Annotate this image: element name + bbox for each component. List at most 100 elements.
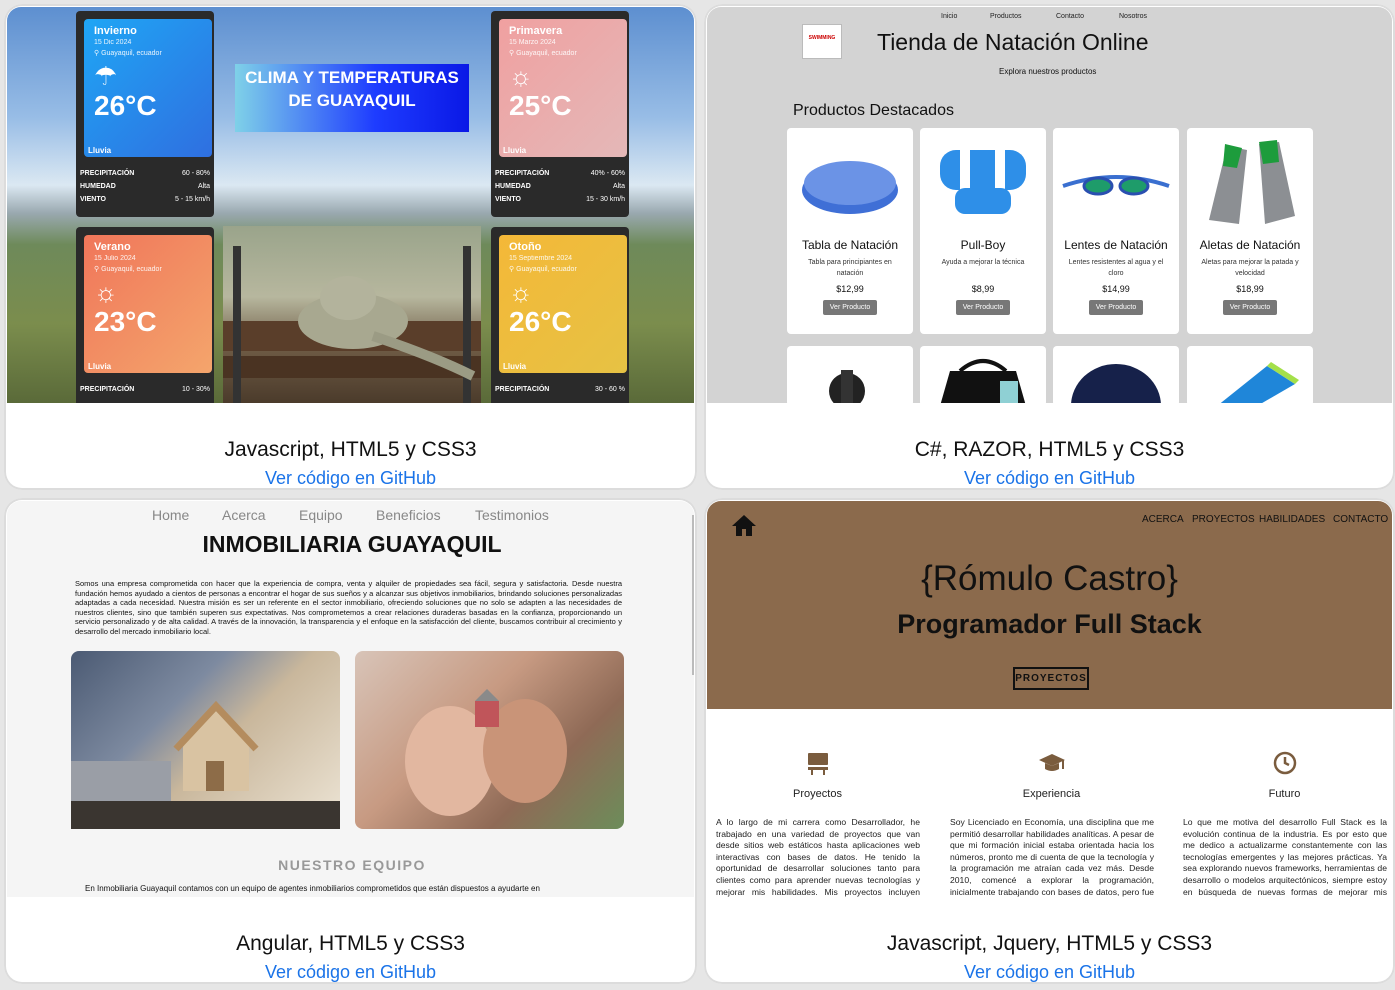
- graduation-cap-icon: [1038, 754, 1065, 771]
- nav-beneficios[interactable]: Beneficios: [376, 507, 441, 523]
- product-name: Aletas de Natación: [1199, 238, 1301, 252]
- weather-details: PRECIPITACIÓN 40% - 60% HUMEDAD Alta VIENT…: [491, 167, 629, 206]
- location-text: Guayaquil, ecuador: [516, 50, 577, 57]
- team-text: En Inmobiliaria Guayaquil contamos con u…: [85, 884, 540, 893]
- detail-row: PRECIPITACIÓN 40% - 60%: [491, 167, 629, 180]
- product-price: $12,99: [836, 284, 864, 294]
- portfolio-role: Programador Full Stack: [897, 609, 1202, 639]
- nav-acerca[interactable]: ACERCA: [1142, 514, 1184, 525]
- detail-value: Alta: [197, 183, 210, 190]
- github-link[interactable]: Ver código en GitHub: [4, 962, 697, 983]
- product-card-partial[interactable]: [920, 346, 1046, 403]
- detail-row: HUMEDAD Alta: [76, 180, 214, 193]
- season-label: Invierno: [94, 25, 137, 37]
- temperature: 23°C: [94, 306, 157, 337]
- product-price: $8,99: [971, 284, 995, 294]
- detail-value: 30 - 60 %: [595, 386, 625, 393]
- product-card[interactable]: Aletas de Natación Aletas para mejorar l…: [1187, 128, 1313, 334]
- nav-acerca[interactable]: Acerca: [222, 507, 266, 523]
- bag-illustration: [940, 359, 1026, 403]
- nav-testimonios[interactable]: Testimonios: [475, 507, 549, 523]
- column-text: A lo largo de mi carrera como Desarrolla…: [716, 817, 920, 897]
- weather-card-otono: Otoño 15 Septiembre 2024 ⚲ Guayaquil, ec…: [491, 227, 629, 403]
- detail-label: VIENTO: [495, 196, 521, 203]
- portfolio-column-experiencia: Experiencia: [950, 749, 1153, 800]
- nav-equipo[interactable]: Equipo: [299, 507, 343, 523]
- view-product-button[interactable]: Ver Producto: [1088, 300, 1144, 315]
- nav-habilidades[interactable]: HABILIDADES: [1259, 514, 1325, 525]
- portfolio-preview[interactable]: ACERCA PROYECTOS HABILIDADES CONTACTO {R…: [707, 501, 1392, 897]
- house-model-image: [71, 651, 340, 829]
- weather-details: PRECIPITACIÓN 30 - 60 %: [491, 383, 629, 396]
- detail-label: PRECIPITACIÓN: [80, 386, 135, 393]
- detail-value: Alta: [612, 183, 625, 190]
- weather-card-top: Primavera 15 Marzo 2024 ⚲ Guayaquil, ecu…: [499, 19, 627, 157]
- product-card[interactable]: Lentes de Natación Lentes resistentes al…: [1053, 128, 1179, 334]
- detail-row: VIENTO 15 - 30 km/h: [491, 193, 629, 206]
- product-card-partial[interactable]: [1187, 346, 1313, 403]
- product-card-partial[interactable]: [787, 346, 913, 403]
- view-product-button[interactable]: Ver Producto: [822, 300, 878, 315]
- product-price: $18,99: [1236, 284, 1264, 294]
- detail-value: 10 - 30%: [181, 386, 210, 393]
- fins-illustration: [1209, 140, 1295, 224]
- nav-proyectos[interactable]: PROYECTOS: [1192, 514, 1255, 525]
- project-card-weather: Invierno 15 Dic 2024 ⚲ Guayaquil, ecuado…: [4, 4, 697, 490]
- nav-inicio[interactable]: Inicio: [941, 13, 957, 20]
- kickboard-illustration: [802, 161, 898, 214]
- swim-preview[interactable]: Inicio Productos Contacto Nosotros SWIMM…: [707, 7, 1392, 403]
- view-product-button[interactable]: Ver Producto: [955, 300, 1011, 315]
- weather-preview[interactable]: Invierno 15 Dic 2024 ⚲ Guayaquil, ecuado…: [7, 7, 694, 403]
- date-label: 15 Septiembre 2024: [509, 255, 573, 262]
- sun-icon: ☼: [94, 277, 118, 307]
- kickboard-image: [787, 128, 913, 228]
- realestate-description: Somos una empresa comprometida con hacer…: [75, 579, 622, 636]
- shop-title: Tienda de Natación Online: [877, 29, 1149, 55]
- portfolio-name: {Rómulo Castro}: [921, 559, 1178, 598]
- detail-label: HUMEDAD: [80, 183, 116, 190]
- nav-nosotros[interactable]: Nosotros: [1119, 13, 1147, 20]
- temperature: 26°C: [509, 306, 572, 337]
- goggles-illustration: [1062, 175, 1170, 196]
- weather-card-primavera: Primavera 15 Marzo 2024 ⚲ Guayaquil, ecu…: [491, 11, 629, 217]
- scrollbar[interactable]: [692, 515, 694, 675]
- github-link[interactable]: Ver código en GitHub: [704, 468, 1395, 489]
- product-card-partial[interactable]: [1053, 346, 1179, 403]
- towel-illustration: [1220, 362, 1299, 403]
- weather-card-top: Invierno 15 Dic 2024 ⚲ Guayaquil, ecuado…: [84, 19, 212, 157]
- nav-contacto[interactable]: CONTACTO: [1333, 514, 1388, 525]
- season-label: Primavera: [509, 25, 563, 37]
- shop-subtitle: Explora nuestros productos: [999, 67, 1097, 76]
- weather-card-invierno: Invierno 15 Dic 2024 ⚲ Guayaquil, ecuado…: [76, 11, 214, 217]
- season-label: Verano: [94, 241, 131, 253]
- nav-contacto[interactable]: Contacto: [1056, 13, 1084, 20]
- home-icon[interactable]: [731, 513, 757, 537]
- view-product-button[interactable]: Ver Producto: [1222, 300, 1278, 315]
- github-link[interactable]: Ver código en GitHub: [704, 962, 1395, 983]
- condition: Lluvia: [88, 146, 112, 155]
- goggles-image: [1053, 128, 1179, 228]
- nav-productos[interactable]: Productos: [990, 13, 1022, 20]
- column-heading: Experiencia: [1022, 788, 1081, 800]
- product-card[interactable]: Tabla de Natación Tabla para principiant…: [787, 128, 913, 334]
- featured-heading: Productos Destacados: [793, 102, 954, 119]
- product-desc: Aletas para mejorar la patada y velocida…: [1201, 259, 1299, 277]
- temperature: 25°C: [509, 90, 572, 121]
- weather-details: PRECIPITACIÓN 10 - 30%: [76, 383, 214, 396]
- couple-keys-illustration: [405, 689, 567, 816]
- product-name: Lentes de Natación: [1064, 238, 1168, 252]
- realestate-preview[interactable]: Home Acerca Equipo Beneficios Testimonio…: [7, 501, 694, 897]
- location-text: Guayaquil, ecuador: [101, 50, 162, 57]
- detail-value: 40% - 60%: [590, 170, 625, 177]
- detail-value: 15 - 30 km/h: [586, 196, 625, 203]
- detail-value: 5 - 15 km/h: [174, 196, 210, 203]
- detail-label: PRECIPITACIÓN: [495, 386, 550, 393]
- location-label: ⚲ Guayaquil, ecuador: [509, 265, 617, 273]
- github-link[interactable]: Ver código en GitHub: [4, 468, 697, 489]
- product-card[interactable]: Pull-Boy Ayuda a mejorar la técnica $8,9…: [920, 128, 1046, 334]
- nav-home[interactable]: Home: [152, 507, 189, 523]
- detail-row: PRECIPITACIÓN 10 - 30%: [76, 383, 214, 396]
- house-model-illustration: [71, 700, 340, 829]
- projects-button[interactable]: PROYECTOS: [1013, 667, 1089, 690]
- condition: Lluvia: [88, 362, 112, 371]
